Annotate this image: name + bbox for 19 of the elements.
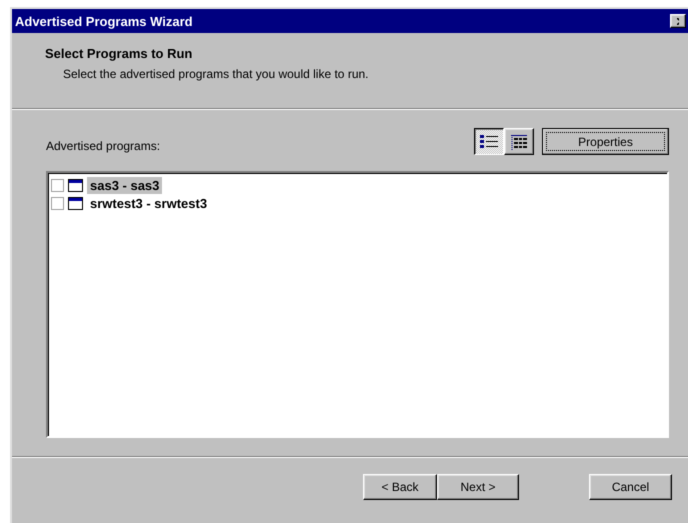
close-button[interactable] xyxy=(670,14,686,28)
window-title: Advertised Programs Wizard xyxy=(15,14,193,28)
properties-button[interactable]: Properties xyxy=(542,128,669,155)
back-button[interactable]: < Back xyxy=(363,474,437,500)
page-title: Select Programs to Run xyxy=(45,46,192,61)
list-view-button[interactable] xyxy=(474,128,504,155)
page-subtitle: Select the advertised programs that you would like to run. xyxy=(63,67,370,81)
program-item[interactable]: srwtest3 - srwtest3 xyxy=(87,194,210,212)
list-view-icon xyxy=(480,134,498,150)
window-icon xyxy=(68,196,83,210)
details-view-icon xyxy=(511,134,527,150)
checkbox[interactable] xyxy=(51,196,64,210)
cancel-button[interactable]: Cancel xyxy=(589,474,672,500)
window-icon xyxy=(68,178,83,192)
list-label: Advertised programs: xyxy=(46,139,162,155)
program-item[interactable]: sas3 - sas3 xyxy=(87,176,162,194)
details-view-button[interactable] xyxy=(504,128,534,155)
next-button[interactable]: Next > xyxy=(437,474,519,500)
checkbox[interactable] xyxy=(51,178,64,192)
